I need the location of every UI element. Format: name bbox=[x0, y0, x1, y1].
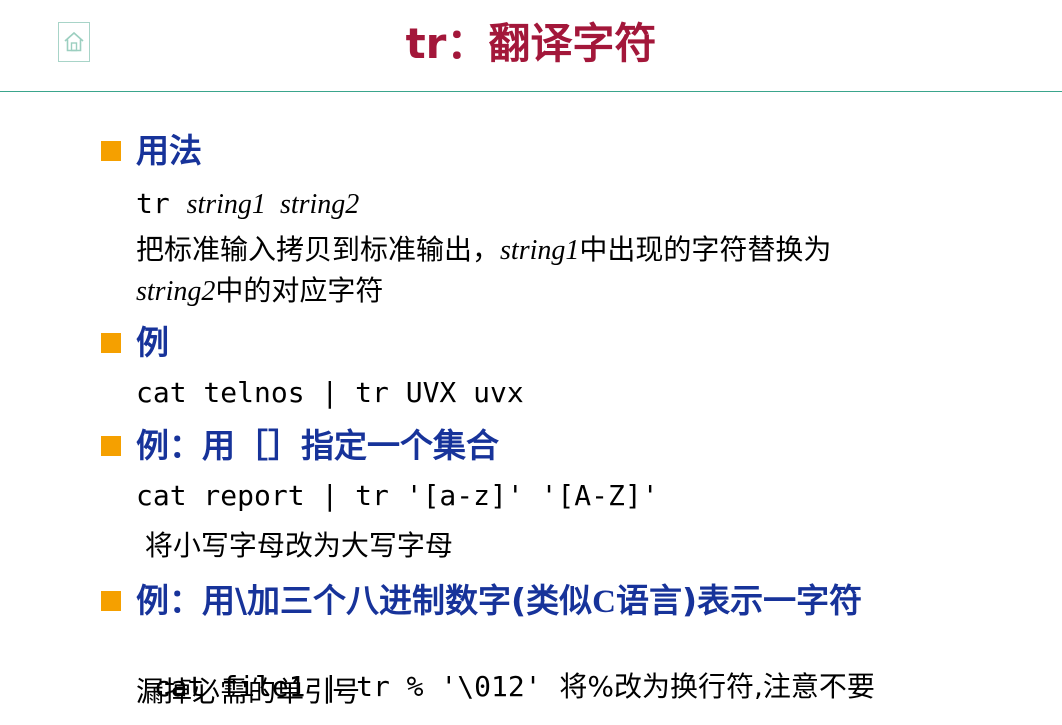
example-note-3: 将%改为换行符,注意不要 bbox=[541, 670, 875, 703]
heading-latin: C bbox=[592, 584, 616, 620]
arg-string1: string1 bbox=[186, 189, 266, 220]
section-heading-usage: 用法 bbox=[136, 131, 202, 170]
description-string2: string2 bbox=[136, 276, 216, 307]
section-heading-example: 例 bbox=[136, 323, 169, 362]
example-note-2: 将小写字母改为大写字母 bbox=[136, 529, 453, 562]
bullet-icon bbox=[101, 141, 121, 161]
bullet-icon bbox=[101, 591, 121, 611]
page-title: tr：翻译字符 bbox=[405, 19, 657, 68]
title-divider bbox=[0, 91, 1062, 92]
usage-syntax-line: tr string1 string2 bbox=[136, 186, 359, 223]
description-text: 中出现的字符替换为 bbox=[579, 233, 832, 266]
description-text: 把标准输入拷贝到标准输出， bbox=[136, 233, 501, 266]
command-text: tr bbox=[136, 187, 187, 220]
heading-text: 语言)表示一字符 bbox=[615, 581, 863, 620]
description-text: 中的对应字符 bbox=[215, 274, 384, 307]
section-heading-set: 例：用［］指定一个集合 bbox=[136, 426, 499, 465]
heading-text: 例：用\加三个八进制数字(类似 bbox=[136, 581, 593, 620]
bullet-icon bbox=[101, 333, 121, 353]
description-string1: string1 bbox=[500, 235, 580, 266]
example-command-2: cat report | tr '[a-z]' '[A-Z]' bbox=[136, 479, 659, 512]
example-note-3-continued: 漏掉必需的单引号 bbox=[136, 675, 361, 708]
usage-description-line-2: string2中的对应字符 bbox=[136, 273, 383, 310]
arg-separator bbox=[266, 189, 280, 220]
usage-description-line-1: 把标准输入拷贝到标准输出，string1中出现的字符替换为 bbox=[136, 232, 831, 269]
section-heading-octal: 例：用\加三个八进制数字(类似C语言)表示一字符 bbox=[136, 581, 862, 622]
bullet-icon bbox=[101, 436, 121, 456]
example-command-1: cat telnos | tr UVX uvx bbox=[136, 376, 524, 409]
arg-string2: string2 bbox=[279, 189, 360, 220]
